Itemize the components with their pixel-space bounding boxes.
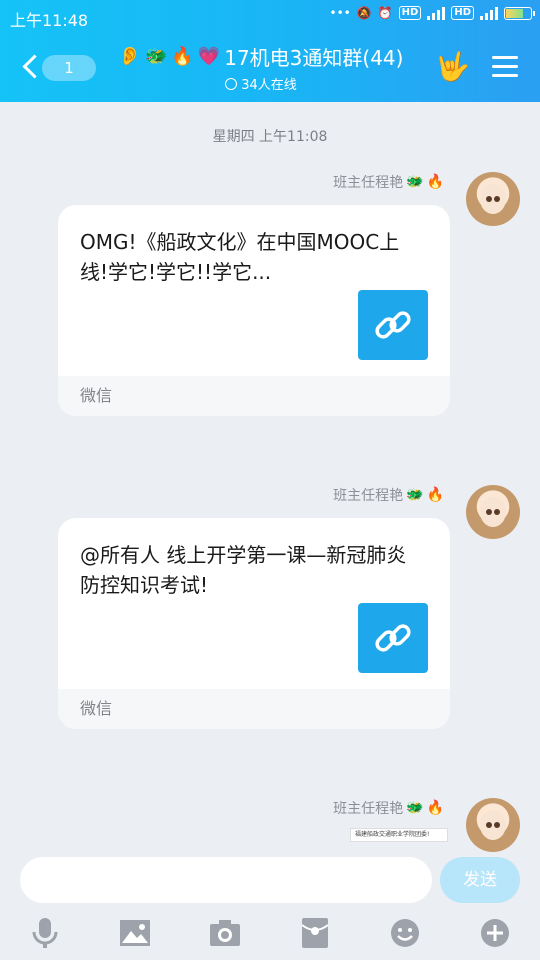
avatar[interactable]	[466, 485, 520, 539]
sender-name: 班主任程艳	[333, 175, 404, 191]
status-icons: ••• 🔕 ⏰ HD HD	[329, 6, 535, 20]
card-text: OMG!《船政文化》在中国MOOC上线!学它!学它!!学它...	[80, 230, 400, 284]
red-packet-icon[interactable]	[298, 916, 332, 950]
dragon-icon: 🐲	[406, 174, 424, 190]
love-hand-icon[interactable]: 🤟	[435, 52, 470, 82]
avatar-eye	[494, 509, 500, 515]
dragon-icon: 🐲	[406, 487, 424, 503]
back-button[interactable]: 1	[20, 50, 96, 84]
avatar-face	[480, 497, 506, 527]
hd-badge-1: HD	[398, 6, 422, 20]
avatar-eye	[494, 196, 500, 202]
online-count: 34人在线	[241, 78, 297, 93]
title-emoji-dragon: 🐲	[144, 46, 168, 67]
avatar-face	[480, 184, 506, 214]
avatar-eye	[486, 509, 492, 515]
chat-title-row: 👂 🐲 🔥 💗 17机电3通知群(44)	[96, 42, 426, 71]
avatar[interactable]	[466, 172, 520, 226]
card-text: @所有人 线上开学第一课—新冠肺炎防控知识考试!	[80, 543, 407, 597]
sender-name: 班主任程艳	[333, 488, 404, 504]
avatar-face	[480, 810, 506, 840]
microphone-icon[interactable]	[28, 916, 62, 950]
link-card[interactable]: OMG!《船政文化》在中国MOOC上线!学它!学它!!学它... 微信	[58, 205, 450, 416]
alarm-icon: ⏰	[377, 6, 393, 20]
title-emoji-fire: 🔥	[171, 46, 194, 67]
card-source: 微信	[58, 689, 450, 729]
message-preview[interactable]: 福建船政交通职业学院团委!	[350, 828, 448, 842]
ear-icon: 👂	[118, 46, 141, 67]
chat-title-area[interactable]: 👂 🐲 🔥 💗 17机电3通知群(44) 34人在线	[96, 42, 426, 93]
battery-icon	[504, 6, 535, 20]
title-emoji-heart: 💗	[197, 46, 221, 67]
chat-header: 上午11:48 ••• 🔕 ⏰ HD HD 1 👂 🐲 🔥 💗 17机电3通知群…	[0, 0, 540, 102]
bottom-toolbar	[0, 910, 540, 960]
dragon-icon: 🐲	[406, 800, 424, 816]
message-sender: 班主任程艳 🐲 🔥	[333, 485, 444, 505]
signal-icon-2	[480, 6, 498, 20]
emoji-icon[interactable]	[388, 916, 422, 950]
unread-badge: 1	[42, 55, 96, 81]
avatar-eye	[486, 822, 492, 828]
plus-icon[interactable]	[478, 916, 512, 950]
message-sender: 班主任程艳 🐲 🔥	[333, 172, 444, 192]
hd-badge-2: HD	[451, 6, 474, 20]
camera-icon[interactable]	[208, 916, 242, 950]
online-status: 34人在线	[96, 74, 426, 93]
message-input[interactable]	[20, 857, 432, 903]
card-source: 微信	[58, 376, 450, 416]
signal-icon-1	[427, 6, 446, 20]
message-sender: 班主任程艳 🐲 🔥	[333, 798, 444, 818]
status-time: 上午11:48	[10, 11, 89, 30]
avatar[interactable]	[466, 798, 520, 852]
mute-bell-icon: 🔕	[356, 6, 372, 20]
header-actions: 🤟	[435, 52, 518, 82]
status-bar: 上午11:48 ••• 🔕 ⏰ HD HD	[0, 0, 540, 34]
link-icon	[358, 603, 428, 673]
fire-icon: 🔥	[426, 487, 444, 503]
fire-icon: 🔥	[426, 174, 444, 190]
send-button[interactable]: 发送	[440, 857, 520, 903]
more-dots-icon: •••	[329, 6, 351, 20]
fire-icon: 🔥	[426, 800, 444, 816]
link-icon	[358, 290, 428, 360]
date-separator: 星期四 上午11:08	[212, 129, 328, 145]
avatar-eye	[486, 196, 492, 202]
sender-name: 班主任程艳	[333, 801, 404, 817]
online-icon	[225, 77, 238, 90]
menu-button[interactable]	[492, 56, 518, 78]
image-icon[interactable]	[118, 916, 152, 950]
page-title: 17机电3通知群(44)	[224, 46, 404, 70]
avatar-eye	[494, 822, 500, 828]
link-card[interactable]: @所有人 线上开学第一课—新冠肺炎防控知识考试! 微信	[58, 518, 450, 729]
